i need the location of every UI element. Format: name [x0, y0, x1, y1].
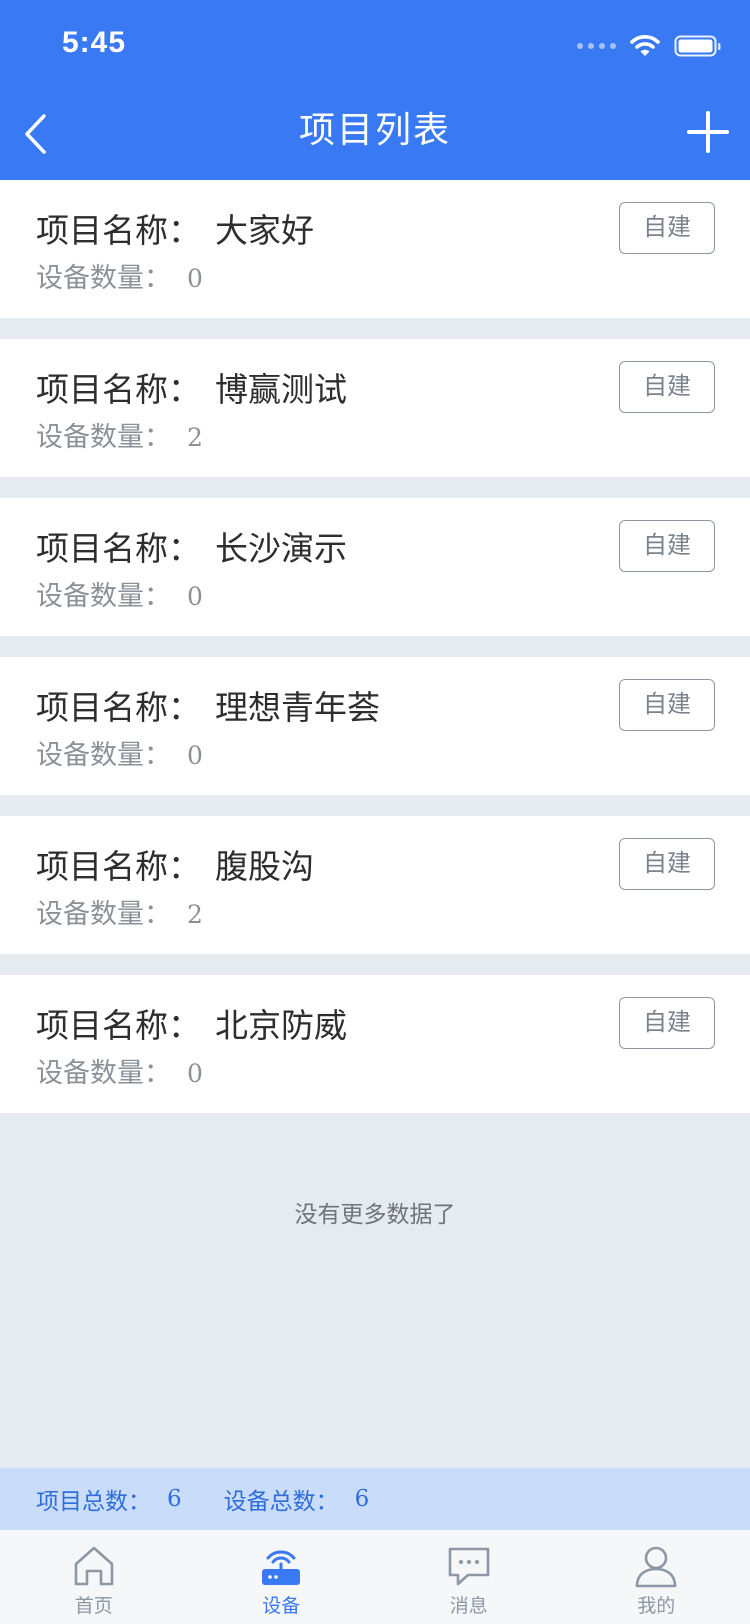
device-count-label: 设备数量：	[36, 581, 171, 612]
project-card[interactable]: 项目名称： 理想青年荟设备数量： 0 自建	[0, 657, 750, 795]
device-count-row: 设备数量： 2	[36, 415, 203, 454]
self-built-tag-button[interactable]: 自建	[619, 679, 715, 731]
tab-home-label: 首页	[74, 1595, 113, 1617]
project-name-label: 项目名称：	[36, 688, 201, 727]
device-count-label: 设备数量：	[36, 1058, 171, 1089]
device-count-value: 2	[187, 900, 203, 929]
project-name-row: 项目名称： 北京防威	[36, 999, 347, 1047]
status-time: 5:45	[62, 26, 127, 59]
page-title: 项目列表	[298, 110, 451, 151]
wifi-icon	[630, 35, 660, 56]
device-count-row: 设备数量： 0	[36, 574, 203, 613]
project-total-value: 6	[167, 1486, 182, 1512]
nav-bar: 项目列表	[0, 88, 750, 180]
device-count-row: 设备数量： 0	[36, 1051, 203, 1090]
status-bar: 5:45	[0, 0, 750, 88]
device-count-label: 设备数量：	[36, 422, 171, 453]
project-total-label: 项目总数：	[36, 1489, 151, 1515]
self-built-tag-button[interactable]: 自建	[619, 202, 715, 254]
user-icon	[635, 1546, 677, 1588]
device-count-row: 设备数量： 0	[36, 256, 203, 295]
message-icon	[448, 1547, 490, 1586]
project-card[interactable]: 项目名称： 博赢测试设备数量： 2 自建	[0, 339, 750, 477]
cellular-signal-icon	[577, 43, 616, 49]
project-name-value: 北京防威	[215, 1006, 347, 1045]
battery-icon	[674, 35, 721, 57]
project-name-value: 大家好	[215, 211, 314, 250]
device-count-value: 0	[187, 1059, 203, 1088]
header: 5:45 项目列表	[0, 0, 750, 180]
device-count-label: 设备数量：	[36, 263, 171, 294]
device-count-value: 2	[187, 423, 203, 452]
tab-devices[interactable]: 设备	[188, 1530, 376, 1624]
project-card[interactable]: 项目名称： 大家好设备数量： 0 自建	[0, 180, 750, 318]
device-count-value: 0	[187, 264, 203, 293]
self-built-tag-button[interactable]: 自建	[619, 361, 715, 413]
self-built-tag-button[interactable]: 自建	[619, 838, 715, 890]
project-card[interactable]: 项目名称： 北京防威设备数量： 0 自建	[0, 975, 750, 1113]
project-name-value: 博赢测试	[215, 370, 347, 409]
list-end-text: 没有更多数据了	[294, 1202, 456, 1228]
device-count-label: 设备数量：	[36, 740, 171, 771]
tab-devices-label: 设备	[262, 1595, 301, 1617]
project-name-row: 项目名称： 长沙演示	[36, 522, 347, 570]
project-name-value: 腹股沟	[215, 847, 314, 886]
tab-messages[interactable]: 消息	[375, 1530, 563, 1624]
device-count-value: 0	[187, 741, 203, 770]
project-name-value: 理想青年荟	[215, 688, 380, 727]
plus-icon	[687, 111, 729, 153]
self-built-tag-button[interactable]: 自建	[619, 520, 715, 572]
project-name-row: 项目名称： 博赢测试	[36, 363, 347, 411]
project-name-row: 项目名称： 大家好	[36, 204, 314, 252]
project-card[interactable]: 项目名称： 腹股沟设备数量： 2 自建	[0, 816, 750, 954]
project-name-label: 项目名称：	[36, 529, 201, 568]
summary-bar: 项目总数： 6 设备总数： 6	[0, 1468, 750, 1530]
project-name-label: 项目名称：	[36, 1006, 201, 1045]
device-count-label: 设备数量：	[36, 899, 171, 930]
tab-messages-label: 消息	[449, 1595, 488, 1617]
tab-profile[interactable]: 我的	[563, 1530, 750, 1624]
home-icon	[74, 1546, 114, 1586]
tab-home[interactable]: 首页	[0, 1530, 188, 1624]
project-name-row: 项目名称： 理想青年荟	[36, 681, 380, 729]
project-card[interactable]: 项目名称： 长沙演示设备数量： 0 自建	[0, 498, 750, 636]
tab-profile-label: 我的	[637, 1595, 676, 1617]
tab-bar: 首页 设备 消息 我的	[0, 1530, 750, 1624]
project-name-row: 项目名称： 腹股沟	[36, 840, 314, 888]
project-name-value: 长沙演示	[215, 529, 347, 568]
device-count-value: 0	[187, 582, 203, 611]
device-total-label: 设备总数：	[223, 1489, 339, 1515]
project-list: 项目名称： 大家好 设备数量： 0 自建 项目名称： 博赢测试 设备数量： 2 自建 项目名称： 长沙…	[0, 180, 750, 1134]
self-built-tag-button[interactable]: 自建	[619, 997, 715, 1049]
project-name-label: 项目名称：	[36, 211, 201, 250]
device-count-row: 设备数量： 0	[36, 733, 203, 772]
device-total-value: 6	[354, 1486, 370, 1512]
project-name-label: 项目名称：	[36, 370, 201, 409]
status-icons	[577, 32, 722, 60]
project-name-label: 项目名称：	[36, 847, 201, 886]
add-project-button[interactable]	[678, 102, 738, 162]
router-icon	[262, 1550, 301, 1585]
device-count-row: 设备数量： 2	[36, 892, 203, 931]
